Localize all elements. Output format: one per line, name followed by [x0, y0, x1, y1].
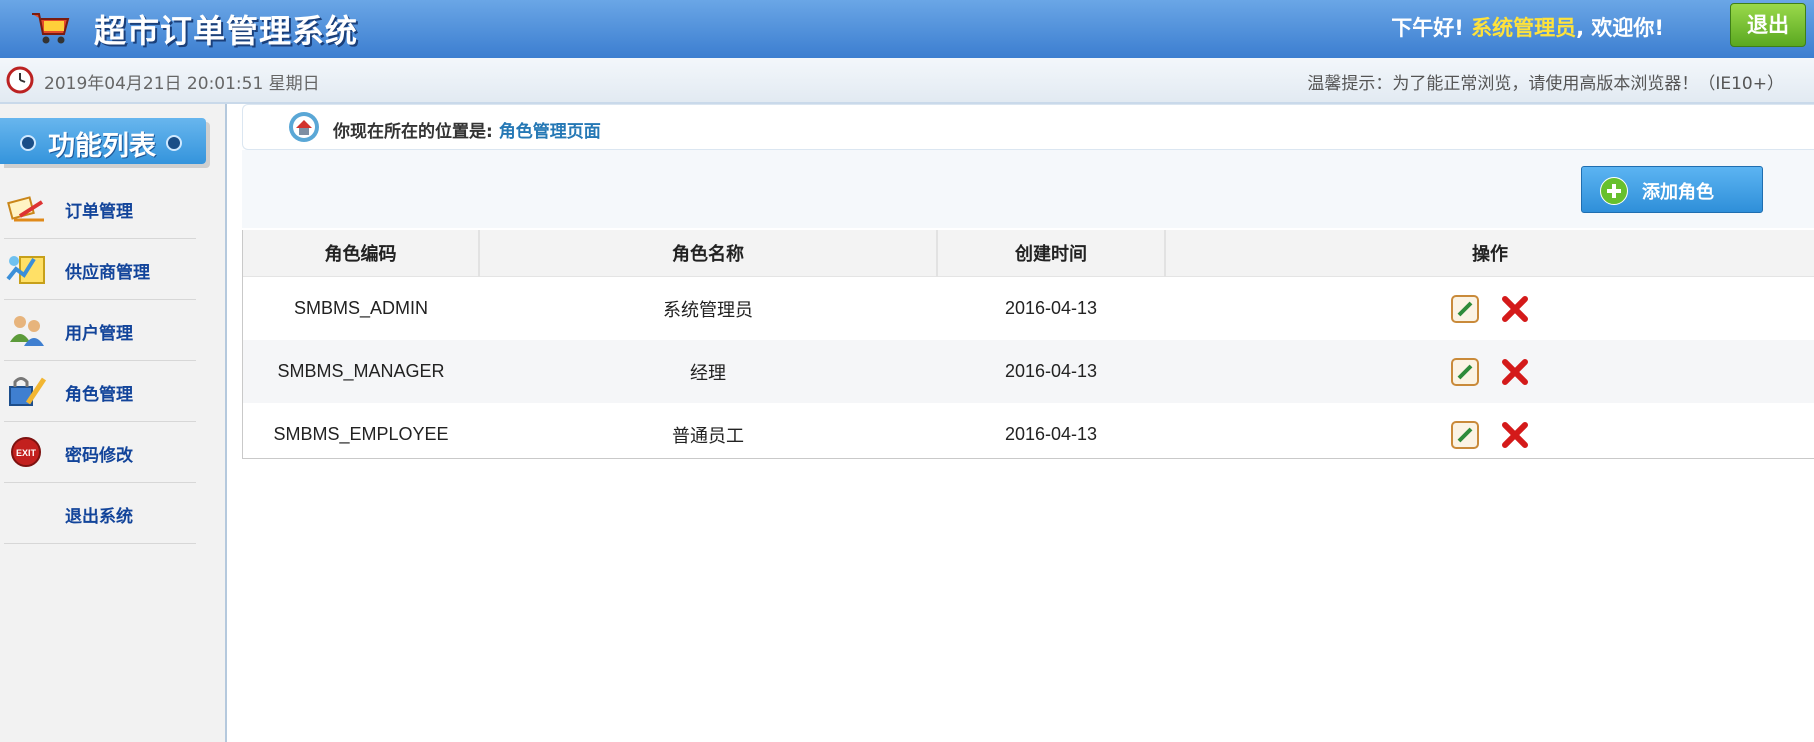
sidebar-item-logout[interactable]: 退出系统	[4, 483, 196, 544]
location-prefix: 你现在所在的位置是:	[333, 122, 493, 142]
users-icon	[10, 316, 44, 346]
role-lock-icon	[9, 377, 47, 406]
sidebar-item-label: 角色管理	[65, 385, 133, 405]
greeting: 下午好!	[1391, 16, 1464, 40]
delete-icon[interactable]	[1500, 420, 1530, 450]
role-name: 普通员工	[672, 425, 744, 446]
order-icon	[7, 196, 44, 222]
role-table: 角色编码 角色名称 创建时间 操作 SMBMS_ADMIN 系统管理员 2016…	[242, 230, 1814, 459]
column-header: 操作	[1165, 230, 1814, 277]
info-bar: 2019年04月21日 20:01:51 星期日 温馨提示：为了能正常浏览，请使…	[0, 58, 1814, 104]
current-page-name: 角色管理页面	[498, 122, 601, 142]
title-bullet-icon	[166, 135, 182, 151]
sidebar-item-roles[interactable]: 角色管理	[4, 361, 196, 422]
created-date: 2016-04-13	[1004, 424, 1098, 444]
welcome-text: , 欢迎你!	[1576, 16, 1664, 40]
current-username: 系统管理员	[1471, 16, 1577, 40]
sidebar-title: 功能列表	[0, 118, 206, 164]
sidebar-title-label: 功能列表	[48, 131, 156, 162]
column-header: 创建时间	[937, 230, 1166, 277]
sidebar-item-suppliers[interactable]: 供应商管理	[4, 239, 196, 300]
row-actions	[1165, 277, 1814, 341]
edit-icon[interactable]	[1450, 294, 1480, 324]
sidebar-item-label: 供应商管理	[65, 263, 150, 283]
app-title: 超市订单管理系统	[94, 12, 359, 50]
top-header: 超市订单管理系统 下午好! 系统管理员, 欢迎你! 退出	[0, 0, 1814, 58]
shopping-cart-icon	[32, 13, 70, 44]
column-header: 角色编码	[243, 230, 480, 277]
current-datetime: 2019年04月21日 20:01:51 星期日	[44, 74, 320, 94]
sidebar: 功能列表 订单管理 供应商管理 用户管理 角色管理 EXIT 密码修改 退出系统	[0, 104, 227, 742]
location-text: 你现在所在的位置是: 角色管理页面	[333, 117, 601, 142]
add-role-button[interactable]: 添加角色	[1581, 166, 1763, 213]
sidebar-item-password[interactable]: EXIT 密码修改	[4, 422, 196, 483]
table-header-row: 角色编码 角色名称 创建时间 操作	[243, 230, 1814, 277]
clock-icon	[6, 66, 34, 94]
delete-icon[interactable]	[1500, 357, 1530, 387]
breadcrumb: 你现在所在的位置是: 角色管理页面	[242, 104, 1814, 150]
created-date: 2016-04-13	[1004, 298, 1098, 318]
sidebar-item-label: 用户管理	[65, 324, 133, 344]
edit-icon[interactable]	[1450, 357, 1480, 387]
supplier-icon	[6, 256, 45, 284]
sidebar-item-label: 退出系统	[65, 507, 133, 527]
toolbar: 添加角色	[242, 150, 1814, 228]
plus-circle-icon	[1600, 177, 1628, 205]
column-header: 角色名称	[479, 230, 938, 277]
home-icon	[289, 112, 319, 142]
row-actions	[1165, 403, 1814, 466]
sidebar-item-label: 密码修改	[65, 446, 133, 466]
greeting-text: 下午好! 系统管理员, 欢迎你!	[1391, 12, 1664, 42]
add-role-label: 添加角色	[1642, 182, 1714, 203]
svg-text:EXIT: EXIT	[16, 448, 37, 458]
delete-icon[interactable]	[1500, 294, 1530, 324]
role-name: 系统管理员	[663, 299, 753, 320]
role-code: SMBMS_EMPLOYEE	[273, 424, 449, 444]
edit-icon[interactable]	[1450, 420, 1480, 450]
sidebar-item-label: 订单管理	[65, 202, 133, 222]
table-row: SMBMS_EMPLOYEE 普通员工 2016-04-13	[243, 403, 1814, 466]
role-code: SMBMS_MANAGER	[243, 340, 479, 403]
sidebar-item-orders[interactable]: 订单管理	[4, 178, 196, 239]
exit-icon: EXIT	[11, 437, 41, 467]
table-row: SMBMS_ADMIN 系统管理员 2016-04-13	[243, 277, 1814, 341]
logout-button[interactable]: 退出	[1730, 3, 1806, 47]
function-menu: 订单管理 供应商管理 用户管理 角色管理 EXIT 密码修改 退出系统	[4, 178, 196, 544]
role-name: 经理	[479, 340, 937, 403]
sidebar-item-users[interactable]: 用户管理	[4, 300, 196, 361]
table-row: SMBMS_MANAGER 经理 2016-04-13	[243, 340, 1814, 403]
title-bullet-icon	[20, 135, 36, 151]
row-actions	[1165, 340, 1814, 403]
role-code: SMBMS_ADMIN	[293, 298, 428, 318]
created-date: 2016-04-13	[937, 340, 1165, 403]
browser-hint: 温馨提示：为了能正常浏览，请使用高版本浏览器！（IE10+）	[1307, 74, 1784, 94]
